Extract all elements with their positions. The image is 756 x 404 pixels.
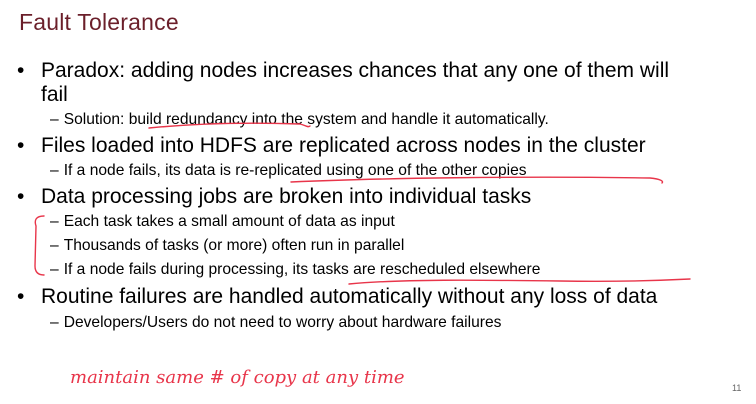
dash-glyph: – (50, 111, 59, 128)
bullet-dot: • (17, 285, 25, 308)
sub-text: Thousands of tasks (or more) often run i… (63, 237, 405, 254)
dash-glyph: – (50, 213, 59, 230)
sub-text: Each task takes a small amount of data a… (63, 213, 395, 230)
bullet-1-text: Paradox: adding nodes increases chances … (41, 59, 670, 82)
handwritten-note: maintain same # of copy at any time (70, 367, 405, 388)
bullet-1-continuation: fail (41, 83, 68, 106)
sub-text: Developers/Users do not need to worry ab… (63, 314, 502, 331)
bullet-2-sub-1: – If a node fails, its data is re-replica… (50, 162, 527, 180)
bullet-4: • Routine failures are handled automatic… (17, 285, 658, 309)
slide-title: Fault Tolerance (19, 9, 179, 35)
bullet-2-text: Files loaded into HDFS are replicated ac… (41, 134, 646, 157)
dash-glyph: – (50, 162, 59, 179)
bullet-3-sub-2: – Thousands of tasks (or more) often run … (50, 237, 404, 255)
sub-text: If a node fails, its data is re-replicat… (63, 162, 527, 179)
dash-glyph: – (50, 261, 59, 278)
bullet-3-text: Data processing jobs are broken into ind… (41, 185, 532, 208)
dash-glyph: – (50, 237, 59, 254)
bullet-4-text: Routine failures are handled automatical… (41, 285, 658, 308)
underline-rescheduled (348, 278, 691, 285)
bullet-1-sub-1: – Solution: build redundancy into the sys… (50, 111, 549, 129)
bracket-tasks (34, 215, 45, 276)
bullet-dot: • (17, 59, 25, 82)
bullet-4-sub-1: – Developers/Users do not need to worry a… (50, 314, 501, 332)
bullet-3: • Data processing jobs are broken into i… (17, 185, 532, 209)
bullet-dot: • (17, 134, 25, 157)
sub-text: If a node fails during processing, its t… (63, 261, 541, 278)
bullet-1: • Paradox: adding nodes increases chance… (17, 59, 670, 83)
bullet-dot: • (17, 185, 25, 208)
bullet-2: • Files loaded into HDFS are replicated … (17, 134, 646, 158)
page-number: 11 (732, 383, 742, 393)
slide: Fault Tolerance • Paradox: adding nodes … (0, 0, 756, 404)
bullet-3-sub-1: – Each task takes a small amount of data … (50, 213, 395, 231)
dash-glyph: – (50, 314, 59, 331)
sub-text: Solution: build redundancy into the syst… (63, 111, 549, 128)
bullet-3-sub-3: – If a node fails during processing, its … (50, 261, 540, 279)
